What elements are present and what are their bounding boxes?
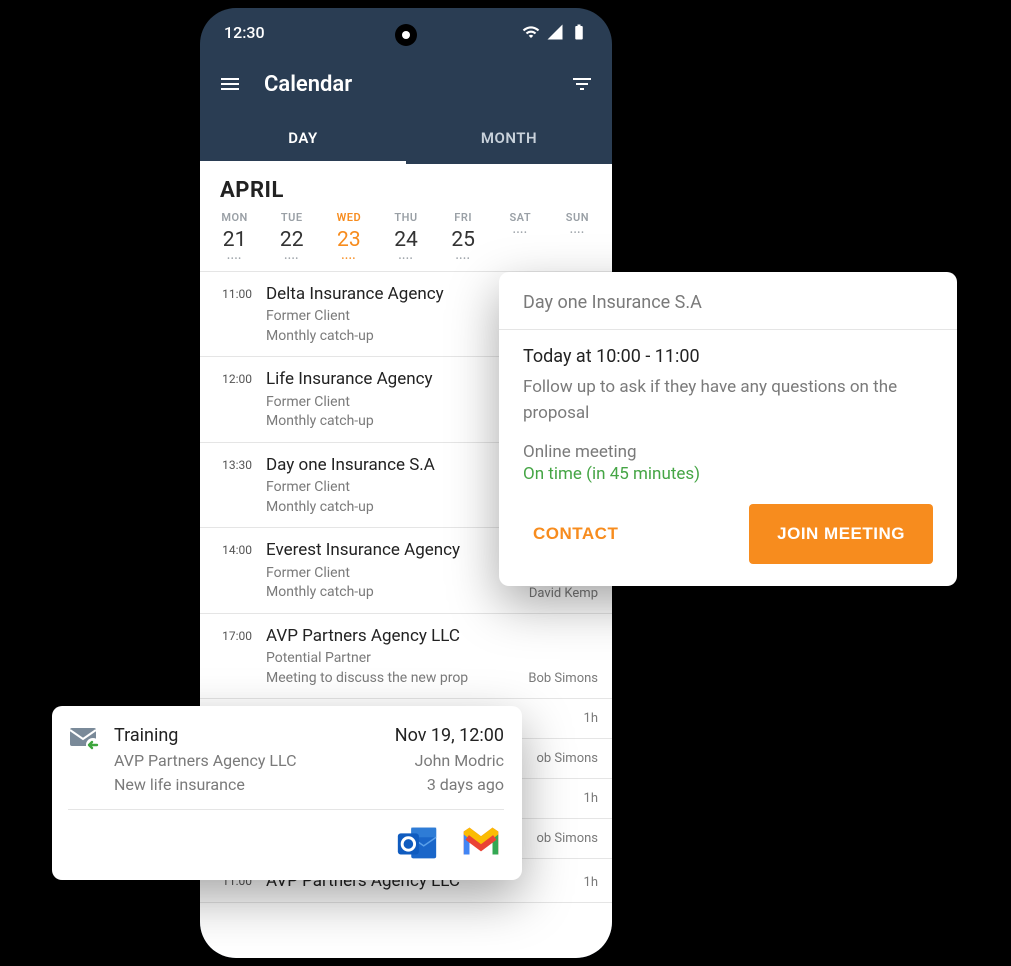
day-column[interactable]: WED 23 •••• <box>320 211 377 263</box>
agenda-time: 13:30 <box>212 455 252 472</box>
agenda-right: ob Simons <box>536 831 598 848</box>
meeting-company: Day one Insurance S.A <box>499 272 957 330</box>
join-meeting-button[interactable]: JOIN MEETING <box>749 504 933 564</box>
day-name: WED <box>320 211 377 224</box>
email-notification-card[interactable]: Training Nov 19, 12:00 AVP Partners Agen… <box>52 706 522 880</box>
meeting-mode: Online meeting <box>499 438 957 462</box>
day-column[interactable]: SUN •••• <box>549 211 606 263</box>
day-name: THU <box>377 211 434 224</box>
day-dots: •••• <box>492 228 549 237</box>
day-number: 23 <box>320 228 377 252</box>
signal-icon <box>546 23 564 41</box>
tab-day[interactable]: DAY <box>200 112 406 164</box>
day-number: 22 <box>263 228 320 252</box>
day-dots: •••• <box>263 254 320 263</box>
meeting-actions: CONTACT JOIN MEETING <box>499 504 957 564</box>
agenda-right: David Kemp <box>529 586 598 603</box>
agenda-right: ob Simons <box>536 751 598 768</box>
agenda-subtitle: Potential Partner <box>266 649 514 669</box>
day-number: 25 <box>435 228 492 252</box>
day-name: MON <box>206 211 263 224</box>
email-app-icons <box>68 820 504 866</box>
day-name: SUN <box>549 211 606 224</box>
email-subject: Training <box>114 722 178 749</box>
email-person: John Modric <box>415 749 504 773</box>
meeting-detail-card: Day one Insurance S.A Today at 10:00 - 1… <box>499 272 957 586</box>
day-dots: •••• <box>206 254 263 263</box>
day-dots: •••• <box>377 254 434 263</box>
agenda-time: 11:00 <box>212 284 252 301</box>
agenda-note: Meeting to discuss the new prop <box>266 669 514 689</box>
day-column[interactable]: THU 24 •••• <box>377 211 434 263</box>
day-dots: •••• <box>435 254 492 263</box>
email-datetime: Nov 19, 12:00 <box>395 722 504 749</box>
meeting-status: On time (in 45 minutes) <box>499 462 957 504</box>
incoming-mail-icon <box>68 722 100 754</box>
agenda-right: 1h <box>584 711 598 728</box>
meeting-time: Today at 10:00 - 11:00 <box>499 330 957 371</box>
day-column[interactable]: MON 21 •••• <box>206 211 263 263</box>
agenda-subtitle: Former Client <box>266 564 515 584</box>
agenda-time: 14:00 <box>212 540 252 557</box>
agenda-title: Everest Insurance Agency <box>266 540 515 561</box>
day-number: 24 <box>377 228 434 252</box>
camera-notch <box>395 24 417 46</box>
agenda-item[interactable]: 17:00 AVP Partners Agency LLCPotential Pa… <box>200 614 612 699</box>
agenda-time: 17:00 <box>212 626 252 643</box>
view-tabs: DAY MONTH <box>200 112 612 164</box>
tab-month[interactable]: MONTH <box>406 112 612 164</box>
week-row: MON21••••TUE22••••WED23••••THU24••••FRI2… <box>200 211 612 271</box>
agenda-right: Bob Simons <box>528 671 598 688</box>
day-number: 21 <box>206 228 263 252</box>
divider <box>68 809 504 810</box>
day-column[interactable]: TUE 22 •••• <box>263 211 320 263</box>
outlook-icon[interactable] <box>394 820 440 866</box>
agenda-right: 1h <box>584 875 598 892</box>
day-dots: •••• <box>549 228 606 237</box>
day-name: SAT <box>492 211 549 224</box>
battery-icon <box>570 23 588 41</box>
contact-button[interactable]: CONTACT <box>523 510 628 558</box>
gmail-icon[interactable] <box>458 820 504 866</box>
wifi-icon <box>522 23 540 41</box>
day-name: FRI <box>435 211 492 224</box>
app-bar: Calendar <box>200 56 612 112</box>
agenda-time: 12:00 <box>212 369 252 386</box>
month-label: APRIL <box>200 164 612 211</box>
status-icons <box>522 23 588 41</box>
agenda-right: 1h <box>584 791 598 808</box>
agenda-title: AVP Partners Agency LLC <box>266 626 514 647</box>
page-title: Calendar <box>264 72 548 97</box>
day-name: TUE <box>263 211 320 224</box>
filter-icon[interactable] <box>568 70 596 98</box>
day-dots: •••• <box>320 254 377 263</box>
email-topic: New life insurance <box>114 773 245 797</box>
email-ago: 3 days ago <box>427 773 504 797</box>
hamburger-menu-icon[interactable] <box>216 70 244 98</box>
day-column[interactable]: SAT •••• <box>492 211 549 263</box>
meeting-description: Follow up to ask if they have any questi… <box>499 371 957 438</box>
agenda-note: Monthly catch-up <box>266 583 515 603</box>
day-column[interactable]: FRI 25 •••• <box>435 211 492 263</box>
status-time: 12:30 <box>224 23 265 42</box>
email-company: AVP Partners Agency LLC <box>114 749 297 773</box>
